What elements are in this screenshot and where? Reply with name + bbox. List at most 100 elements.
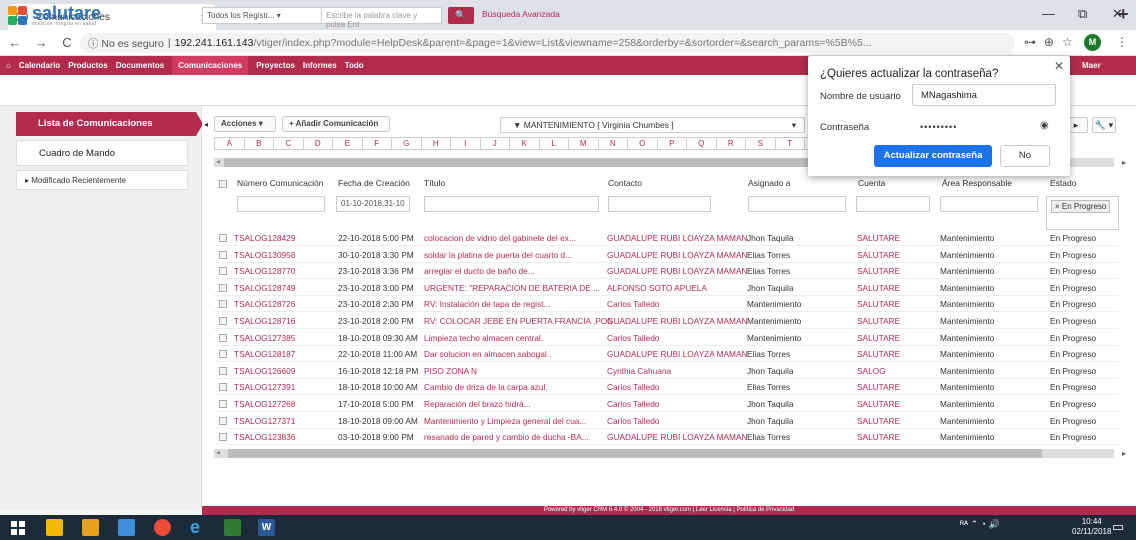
username-field[interactable]: MNagashima: [912, 84, 1056, 106]
cell-numero[interactable]: TSALOG128429: [234, 233, 295, 243]
row-checkbox[interactable]: [219, 267, 227, 276]
alpha-filter-letter[interactable]: G: [391, 137, 421, 150]
row-checkbox[interactable]: [219, 250, 227, 259]
actions-dropdown[interactable]: Acciones ▾: [214, 116, 276, 132]
row-checkbox[interactable]: [219, 300, 227, 309]
alpha-filter-letter[interactable]: I: [450, 137, 480, 150]
cell-contacto[interactable]: Carlos Talledo: [607, 382, 747, 392]
alpha-filter-letter[interactable]: P: [656, 137, 686, 150]
alpha-filter-letter[interactable]: L: [538, 137, 568, 150]
col-cuenta[interactable]: Cuenta: [858, 178, 885, 188]
row-checkbox[interactable]: [219, 400, 227, 408]
table-row[interactable]: TSALOG128749 23-10-2018 3:00 PM URGENTE: "…: [214, 280, 1119, 296]
cell-numero[interactable]: TSALOG127391: [234, 382, 295, 392]
cell-numero[interactable]: TSALOG128726: [234, 299, 295, 309]
cell-numero[interactable]: TSALOG130958: [234, 250, 295, 260]
cell-cuenta[interactable]: SALUTARE: [857, 266, 900, 276]
cell-contacto[interactable]: ALFONSO SOTO APUELA: [607, 283, 747, 293]
cell-cuenta[interactable]: SALUTARE: [857, 299, 900, 309]
alpha-filter-letter[interactable]: C: [273, 137, 303, 150]
nav-productos[interactable]: Productos: [68, 61, 108, 70]
table-row[interactable]: TSALOG127371 18-10-2018 09:00 AM Mantenimi…: [214, 413, 1119, 429]
col-titulo[interactable]: Título: [424, 178, 445, 188]
cell-contacto[interactable]: GUADALUPE RUBI LOAYZA MAMANI: [607, 250, 747, 260]
alpha-filter-letter[interactable]: B: [243, 137, 273, 150]
alpha-filter-letter[interactable]: E: [332, 137, 362, 150]
user-menu[interactable]: Maer: [1082, 61, 1101, 70]
cell-contacto[interactable]: Carlos Talledo: [607, 416, 747, 426]
notifications-icon[interactable]: ▭: [1112, 519, 1129, 536]
quick-add-icon[interactable]: +: [1118, 4, 1129, 25]
cell-cuenta[interactable]: SALUTARE: [857, 283, 900, 293]
col-fecha[interactable]: Fecha de Creación: [338, 178, 410, 188]
key-icon[interactable]: ⊶: [1024, 35, 1036, 49]
cell-cuenta[interactable]: SALUTARE: [857, 432, 900, 442]
chrome-icon[interactable]: [154, 519, 171, 536]
table-row[interactable]: TSALOG128429 22-10-2018 5:00 PM colocacion…: [214, 230, 1119, 246]
scrollbar-thumb[interactable]: [228, 449, 1042, 458]
alpha-filter-letter[interactable]: H: [420, 137, 450, 150]
table-row[interactable]: TSALOG128187 22-10-2018 11:00 AM Dar soluc…: [214, 346, 1119, 363]
alpha-filter-letter[interactable]: J: [479, 137, 509, 150]
cell-contacto[interactable]: Carlos Talledo: [607, 399, 747, 409]
cell-numero[interactable]: TSALOG126609: [234, 366, 295, 376]
excel-icon[interactable]: [224, 519, 241, 536]
cell-cuenta[interactable]: SALUTARE: [857, 316, 900, 326]
cell-contacto[interactable]: Carlos Talledo: [607, 333, 747, 343]
system-tray[interactable]: ᴿᴬ ⌃ ◔ 🔊: [960, 519, 1060, 536]
table-row[interactable]: TSALOG128770 23-10-2018 3:36 PM arreglar e…: [214, 263, 1119, 280]
windows-start-icon[interactable]: [10, 519, 27, 536]
table-row[interactable]: TSALOG127385 18-10-2018 09:30 AM Limpieza …: [214, 330, 1119, 346]
row-checkbox[interactable]: [219, 383, 227, 392]
col-contacto[interactable]: Contacto: [608, 178, 642, 188]
cell-titulo[interactable]: colocacion de vidrio del gabinete del ex…: [424, 233, 612, 243]
cell-cuenta[interactable]: SALUTARE: [857, 349, 900, 359]
wrench-icon[interactable]: 🔧 ▾: [1092, 117, 1116, 133]
cell-contacto[interactable]: GUADALUPE RUBI LOAYZA MAMANI: [607, 349, 747, 359]
minimize-button[interactable]: —: [1042, 6, 1055, 21]
estado-chip[interactable]: × En Progreso: [1051, 200, 1111, 213]
table-row[interactable]: TSALOG127391 18-10-2018 10:00 AM Cambio de…: [214, 379, 1119, 396]
alpha-filter-letter[interactable]: O: [627, 137, 657, 150]
alpha-filter-letter[interactable]: A: [214, 137, 244, 150]
star-icon[interactable]: ☆: [1062, 35, 1073, 49]
alpha-filter-letter[interactable]: S: [745, 137, 775, 150]
cell-titulo[interactable]: arreglar el ducto de baño de...: [424, 266, 612, 276]
filter-estado-multiselect[interactable]: × En Progreso: [1046, 196, 1119, 230]
filter-contacto-input[interactable]: [608, 196, 711, 212]
cell-cuenta[interactable]: SALUTARE: [857, 233, 900, 243]
scroll-right-icon[interactable]: ▸: [1122, 158, 1126, 167]
menu-icon[interactable]: ⋮: [1116, 35, 1128, 49]
select-all-checkbox[interactable]: [219, 180, 227, 188]
cell-cuenta[interactable]: SALUTARE: [857, 382, 900, 392]
cell-titulo[interactable]: Cambio de driza de la carpa azul.: [424, 382, 612, 392]
col-asignado[interactable]: Asignado a: [748, 178, 791, 188]
row-checkbox[interactable]: [219, 416, 227, 425]
collapse-sidebar-icon[interactable]: ◂: [204, 120, 208, 129]
alpha-filter-letter[interactable]: R: [715, 137, 745, 150]
cell-titulo[interactable]: Mantenimiento y Limpieza general del cua…: [424, 416, 612, 426]
home-icon[interactable]: ⌂: [6, 61, 11, 70]
sidebar-item-cuadro-mando[interactable]: Cuadro de Mando: [16, 140, 188, 166]
filter-fecha-input[interactable]: 01-10-2018,31-10: [336, 196, 410, 212]
row-checkbox[interactable]: [219, 366, 227, 375]
table-row[interactable]: TSALOG123836 03-10-2018 9:00 PM resanado d…: [214, 429, 1119, 446]
row-checkbox[interactable]: [219, 433, 227, 442]
filter-area-input[interactable]: [940, 196, 1038, 212]
password-field[interactable]: •••••••••: [920, 122, 957, 132]
search-icon[interactable]: 🔍: [448, 7, 474, 24]
cell-numero[interactable]: TSALOG127268: [234, 399, 295, 409]
explorer-icon[interactable]: [118, 519, 135, 536]
cell-cuenta[interactable]: SALUTARE: [857, 333, 900, 343]
cell-numero[interactable]: TSALOG127385: [234, 333, 295, 343]
alpha-filter-letter[interactable]: Q: [686, 137, 716, 150]
cell-contacto[interactable]: GUADALUPE RUBI LOAYZA MAMANI: [607, 266, 747, 276]
edge-icon[interactable]: e: [190, 518, 207, 536]
filter-asignado-input[interactable]: [748, 196, 846, 212]
alpha-filter-letter[interactable]: K: [509, 137, 539, 150]
table-row[interactable]: TSALOG126609 16-10-2018 12:18 PM PISO ZONA…: [214, 363, 1119, 379]
word-icon[interactable]: W: [258, 519, 275, 536]
cell-titulo[interactable]: Limpieza techo almacen central.: [424, 333, 612, 343]
salutare-logo[interactable]: salutare solución integral en salud: [8, 4, 101, 27]
filter-numero-input[interactable]: [237, 196, 325, 212]
